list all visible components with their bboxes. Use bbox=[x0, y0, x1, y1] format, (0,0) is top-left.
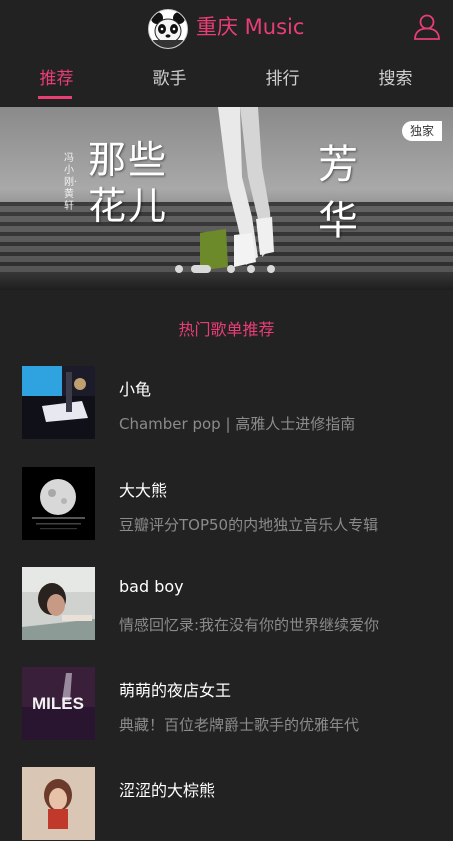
banner-carousel[interactable]: 冯小刚·黄轩 那些花儿 芳华 bbox=[0, 107, 453, 290]
playlist-desc: 豆瓣评分TOP50的内地独立音乐人专辑 bbox=[119, 516, 379, 534]
playlist-title: 小龟 bbox=[119, 380, 152, 399]
playlist-cover bbox=[22, 366, 95, 439]
playlist-title: bad boy bbox=[119, 577, 184, 596]
playlist-title: 大大熊 bbox=[119, 481, 168, 500]
exclusive-badge: 独家 bbox=[402, 121, 443, 141]
playlist-cover bbox=[22, 567, 95, 640]
active-tab-indicator bbox=[38, 96, 72, 99]
carousel-dot[interactable] bbox=[267, 265, 275, 273]
playlist-title: 萌萌的夜店女王 bbox=[119, 681, 232, 700]
tab-search[interactable]: 搜索 bbox=[339, 62, 452, 96]
carousel-dot[interactable] bbox=[247, 265, 255, 273]
playlist-cover: MILES bbox=[22, 667, 95, 740]
playlist-desc: 典藏！百位老牌爵士歌手的优雅年代 bbox=[119, 716, 360, 734]
list-item[interactable]: 涩涩的大棕熊 bbox=[0, 767, 453, 841]
carousel-dot[interactable] bbox=[227, 265, 235, 273]
cover-text: MILES bbox=[32, 694, 84, 713]
playlist-title: 涩涩的大棕熊 bbox=[119, 781, 216, 800]
app-title: 重庆 Music bbox=[196, 15, 305, 39]
playlist-cover bbox=[22, 767, 95, 840]
banner-title-right: 芳华 bbox=[318, 142, 358, 244]
banner-title-left-text: 那些花儿 bbox=[88, 138, 169, 228]
playlist-desc: 情感回忆录:我在没有你的世界继续爱你 bbox=[119, 616, 380, 634]
playlist-cover bbox=[22, 467, 95, 540]
panda-logo-icon bbox=[148, 9, 188, 49]
list-item[interactable]: 小龟 Chamber pop | 高雅人士进修指南 bbox=[0, 366, 453, 440]
user-icon[interactable] bbox=[412, 12, 442, 42]
list-item[interactable]: 大大熊 豆瓣评分TOP50的内地独立音乐人专辑 bbox=[0, 467, 453, 541]
playlist-desc: Chamber pop | 高雅人士进修指南 bbox=[119, 415, 356, 433]
tab-recommend[interactable]: 推荐 bbox=[0, 62, 113, 96]
list-item[interactable]: MILES 萌萌的夜店女王 典藏！百位老牌爵士歌手的优雅年代 bbox=[0, 667, 453, 741]
dancer-image bbox=[200, 107, 274, 271]
tab-ranking[interactable]: 排行 bbox=[226, 62, 339, 96]
app-header: 重庆 Music bbox=[0, 0, 453, 56]
tab-singers[interactable]: 歌手 bbox=[113, 62, 226, 96]
banner-title-left: 那些花儿 bbox=[88, 137, 170, 229]
section-title: 热门歌单推荐 bbox=[178, 320, 275, 339]
banner-artist: 冯小刚·黄轩 bbox=[64, 153, 78, 212]
list-item[interactable]: bad boy 情感回忆录:我在没有你的世界继续爱你 bbox=[0, 567, 453, 641]
carousel-dot-active[interactable] bbox=[191, 265, 211, 273]
carousel-dot[interactable] bbox=[175, 265, 183, 273]
